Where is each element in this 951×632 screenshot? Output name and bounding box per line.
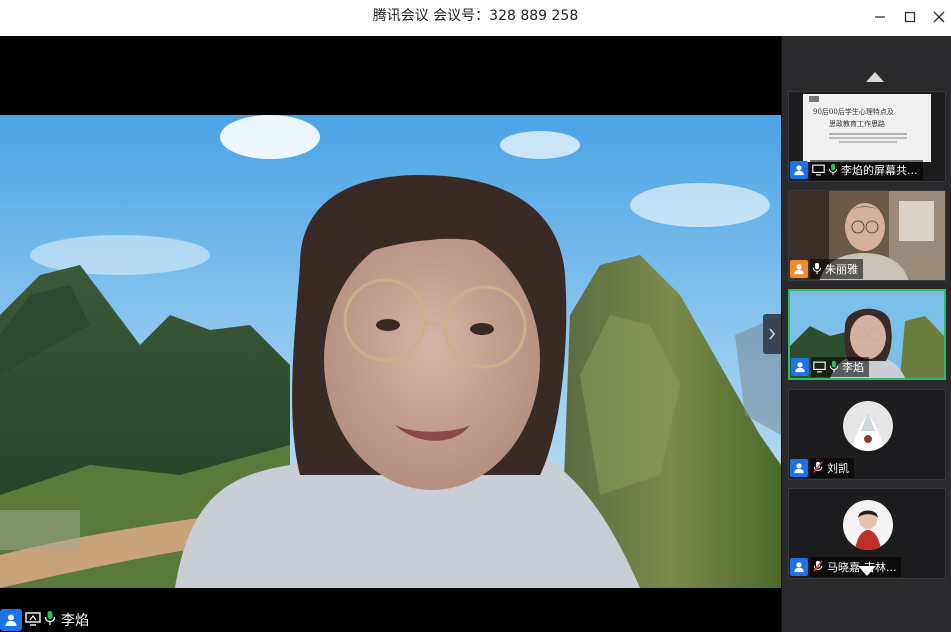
person-icon: [790, 459, 808, 477]
main-speaker-name: 李焰: [61, 613, 89, 629]
participant-name: 刘凯: [827, 462, 849, 475]
participant-tile-li-yan[interactable]: 李焰: [788, 289, 946, 380]
mic-muted-icon: [812, 558, 824, 577]
slide-title-line-2: 思政教育工作思路: [829, 120, 885, 128]
minimize-icon: [875, 16, 885, 18]
avatar: [843, 401, 893, 451]
participant-name: 朱丽雅: [825, 263, 858, 276]
person-icon: [0, 609, 22, 631]
main-speaker-label: 李焰: [0, 608, 89, 632]
collapse-sidebar-button[interactable]: [763, 314, 781, 354]
avatar: [843, 500, 893, 550]
participant-tile-liu-kai[interactable]: 刘凯: [788, 389, 946, 480]
speaker-video: [0, 115, 781, 588]
screen-share-icon: [813, 358, 826, 377]
slide-title-line-1: 90后00后学生心理特点及: [813, 108, 894, 116]
close-button[interactable]: [922, 0, 951, 34]
title-bar: 腾讯会议 会议号：328 889 258: [0, 0, 951, 36]
participant-tile-screen-share[interactable]: 90后00后学生心理特点及 思政教育工作思路 李焰的屏幕共...: [788, 91, 946, 182]
tile-label: 李焰: [791, 357, 869, 377]
screen-share-icon: [812, 161, 825, 180]
person-icon: [790, 161, 808, 179]
screen-share-icon: [25, 611, 41, 630]
tile-label: 刘凯: [790, 458, 854, 478]
minimize-button[interactable]: [863, 0, 897, 34]
scroll-up-arrow-icon[interactable]: [866, 72, 884, 82]
main-video-area[interactable]: [0, 36, 781, 632]
tile-label: 朱丽雅: [790, 259, 863, 279]
participant-tile-zhu-liya[interactable]: 朱丽雅: [788, 190, 946, 281]
chevron-right-icon: [769, 328, 776, 340]
speaker-video-image: [0, 115, 781, 588]
participant-name: 李焰的屏幕共...: [841, 164, 918, 177]
mic-icon: [44, 610, 56, 630]
person-icon: [791, 358, 809, 376]
tile-label: 李焰的屏幕共...: [790, 160, 923, 180]
scroll-down-arrow-icon[interactable]: [858, 566, 876, 576]
window-title: 腾讯会议 会议号：328 889 258: [372, 8, 579, 24]
maximize-icon: [904, 11, 916, 23]
person-icon: [790, 558, 808, 576]
tile-label: 马晓嘉-吉林...: [790, 557, 902, 577]
person-icon: [790, 260, 808, 278]
mic-icon: [829, 358, 839, 377]
participant-name: 李焰: [842, 361, 864, 374]
close-icon: [933, 11, 945, 23]
mic-muted-icon: [812, 459, 824, 478]
mic-icon: [828, 161, 838, 180]
mic-icon: [812, 260, 822, 279]
